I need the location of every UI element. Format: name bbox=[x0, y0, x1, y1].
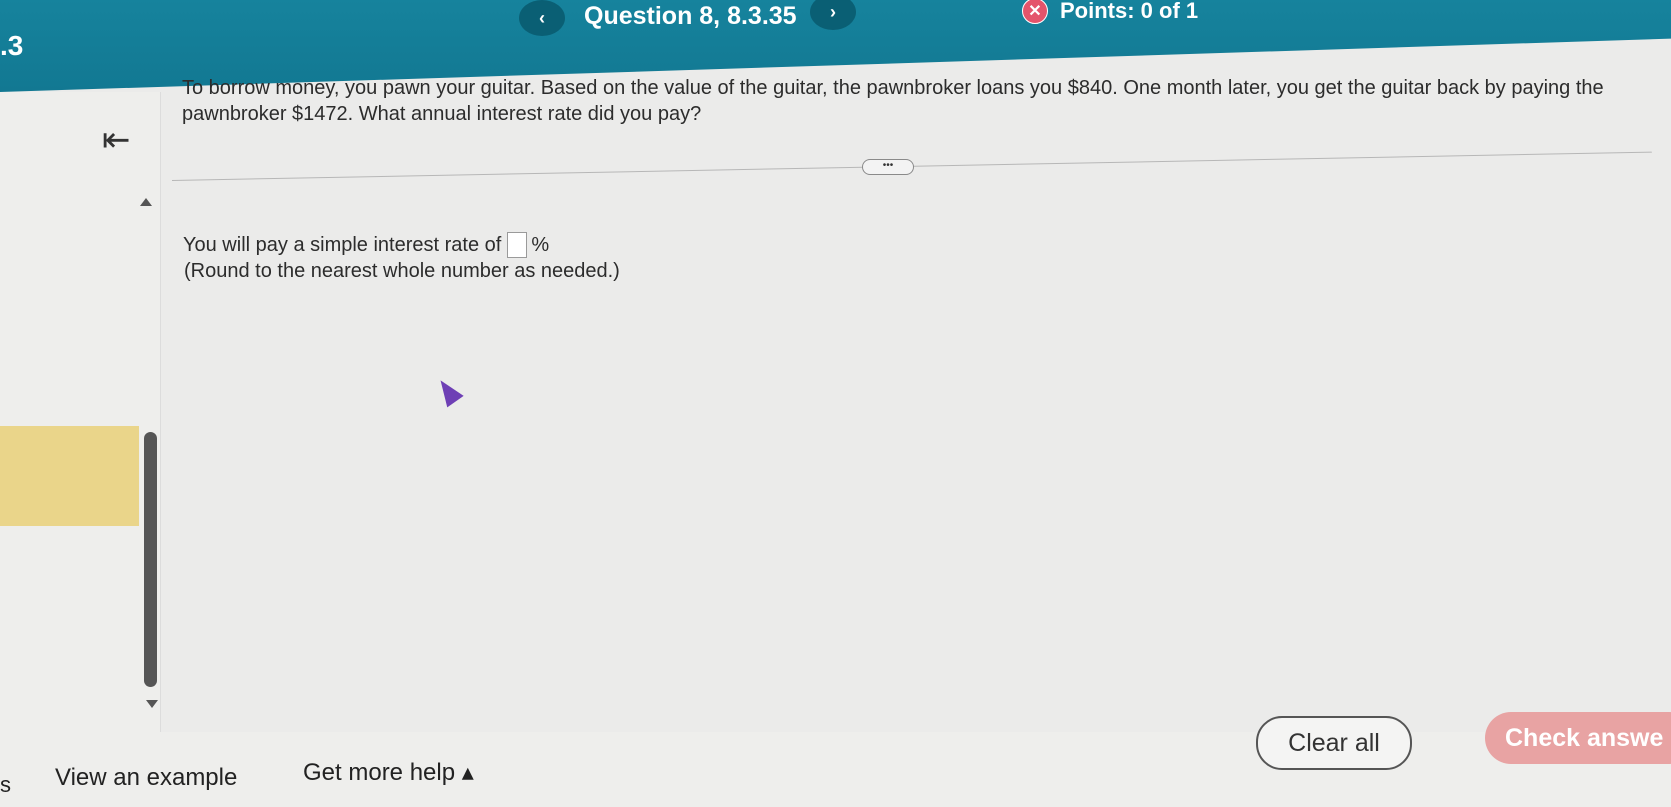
scroll-down-arrow-icon[interactable] bbox=[146, 700, 158, 708]
clear-all-button[interactable]: Clear all bbox=[1256, 716, 1412, 770]
percent-sign: % bbox=[531, 233, 550, 256]
get-more-help-button[interactable]: Get more help ▴ bbox=[303, 758, 474, 787]
interest-rate-input[interactable] bbox=[507, 232, 528, 258]
footer-left-label: s bbox=[0, 772, 11, 797]
scroll-up-arrow-icon[interactable] bbox=[140, 198, 152, 206]
points-label: Points: 0 of 1 bbox=[1060, 0, 1199, 23]
mouse-cursor-icon bbox=[432, 374, 464, 408]
rounding-instruction: (Round to the nearest whole number as ne… bbox=[184, 260, 620, 282]
question-title: Question 8, 8.3.35 bbox=[584, 2, 797, 30]
previous-question-button[interactable]: ‹ bbox=[519, 0, 565, 36]
vertical-scrollbar[interactable] bbox=[144, 432, 157, 687]
view-example-link[interactable]: View an example bbox=[55, 764, 237, 792]
answer-prefix: You will pay a simple interest rate of bbox=[183, 233, 502, 256]
x-circle-icon: ✕ bbox=[1022, 0, 1048, 24]
check-answer-button[interactable]: Check answe bbox=[1485, 712, 1671, 764]
highlighted-sidebar-item[interactable] bbox=[0, 426, 139, 526]
question-prompt: To borrow money, you pawn your guitar. B… bbox=[182, 77, 1604, 125]
collapse-left-icon[interactable]: ⇤ bbox=[102, 120, 131, 160]
footer-bar bbox=[0, 732, 1671, 807]
answer-line: You will pay a simple interest rate of % bbox=[183, 232, 549, 258]
points-indicator: ✕ Points: 0 of 1 bbox=[1022, 0, 1198, 24]
show-more-button[interactable]: ••• bbox=[862, 159, 914, 175]
left-panel bbox=[0, 92, 161, 732]
section-number: .3 bbox=[0, 30, 24, 61]
